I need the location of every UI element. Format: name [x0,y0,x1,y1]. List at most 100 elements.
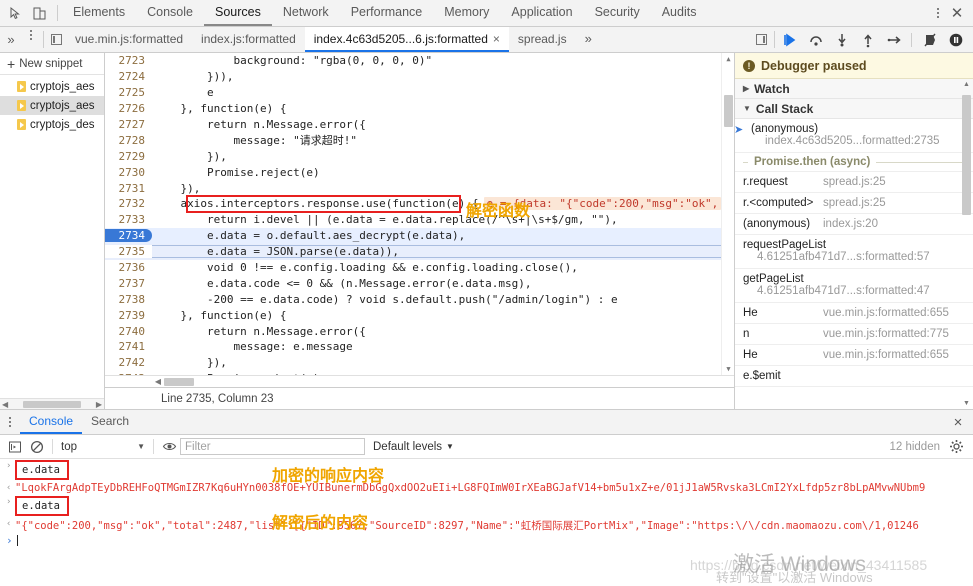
code-line[interactable]: 2742 }), [105,355,734,371]
device-toolbar-icon[interactable] [32,6,47,21]
line-number[interactable]: 2743 [105,372,152,375]
step-over-next-function-call-icon[interactable] [804,29,827,51]
scroll-left-icon[interactable]: ◀ [152,377,164,386]
gear-icon[interactable] [945,436,967,458]
line-number[interactable]: 2731 [105,181,152,195]
line-number[interactable]: 2730 [105,165,152,179]
scroll-up-icon[interactable]: ▲ [962,81,971,88]
step-icon[interactable] [882,29,905,51]
call-stack-frame[interactable]: getPageList 4.61251afb471d7...s:formatted… [735,269,973,303]
step-into-next-function-call-icon[interactable] [830,29,853,51]
call-stack-frame[interactable]: r.<computed> spread.js:25 [735,193,973,214]
inspect-cursor-icon[interactable] [8,6,23,21]
line-number[interactable]: 2725 [105,86,152,100]
code-line[interactable]: 2735 e.data = JSON.parse(e.data)), [105,243,734,260]
code-line[interactable]: 2733 return i.devel || (e.data = e.data.… [105,212,734,228]
call-stack-frame[interactable]: r.request spread.js:25 [735,172,973,193]
code-line[interactable]: 2739 }, function(e) { [105,307,734,323]
line-number[interactable]: 2723 [105,54,152,68]
tab-elements[interactable]: Elements [62,0,136,26]
code-line[interactable]: 2726 }, function(e) { [105,101,734,117]
code-line[interactable]: 2741 message: e.message [105,339,734,355]
line-number[interactable]: 2727 [105,118,152,131]
file-tabs-overflow[interactable]: » [576,27,601,52]
drawer-tab-search[interactable]: Search [82,410,138,434]
execution-context-select[interactable]: top ▼ [57,441,149,453]
tab-sources[interactable]: Sources [203,0,272,26]
call-stack-frame[interactable]: ➤ (anonymous) index.4c63d5205...formatted:… [735,119,973,153]
scrollbar-thumb[interactable] [164,377,194,386]
code-line[interactable]: 2736 void 0 !== e.config.loading && e.co… [105,260,734,276]
code-line[interactable]: 2731 }), [105,180,734,196]
editor-horizontal-scrollbar[interactable]: ◀ [105,375,734,387]
tab-network[interactable]: Network [272,0,340,26]
code-line[interactable]: 2737 e.data.code <= 0 && (n.Message.erro… [105,275,734,291]
scrollbar-thumb[interactable] [724,95,733,127]
scrollbar-thumb[interactable] [23,400,81,408]
code-editor[interactable]: 2723 background: "rgba(0, 0, 0, 0)" 2724 … [105,53,734,375]
scrollbar-thumb[interactable] [962,95,971,215]
close-tab-icon[interactable]: × [493,32,500,46]
call-stack-frame[interactable]: (anonymous) index.js:20 [735,214,973,235]
code-line[interactable]: 2738 -200 == e.data.code) ? void s.defau… [105,291,734,307]
close-drawer-icon[interactable]: × [949,413,967,431]
line-number[interactable]: 2726 [105,102,152,116]
call-stack-frame[interactable]: He vue.min.js:formatted:655 [735,303,973,324]
console-log-levels-select[interactable]: Default levels ▼ [365,441,462,453]
debugger-vertical-scrollbar[interactable]: ▲ ▼ [960,79,973,409]
code-line[interactable]: 2732 axios.interceptors.response.use(fun… [105,196,734,212]
call-stack-frame[interactable]: He vue.min.js:formatted:655 [735,345,973,366]
scroll-left-icon[interactable]: ◀ [2,400,8,409]
console-messages[interactable]: › e.data ‹ "LqokFArgAdpTEyDbREHFoQTMGmIZR7K… [0,459,973,579]
line-number[interactable]: 2735 [105,245,152,259]
line-number[interactable]: 2724 [105,70,152,84]
line-number[interactable]: 2733 [105,213,152,227]
call-stack-frame[interactable]: n vue.min.js:formatted:775 [735,324,973,345]
clear-console-icon[interactable] [26,436,48,458]
line-number[interactable]: 2734 [105,229,152,243]
tab-memory[interactable]: Memory [433,0,500,26]
snippet-item-cryptojs-des[interactable]: cryptojs_des [0,115,104,134]
scroll-right-icon[interactable]: ▶ [96,400,102,409]
new-snippet-button[interactable]: + New snippet [0,53,104,75]
code-line[interactable]: 2729 }), [105,148,734,164]
call-stack-frame[interactable]: requestPageList 4.61251afb471d7...s:forma… [735,235,973,269]
tab-performance[interactable]: Performance [340,0,434,26]
close-devtools-icon[interactable]: ✕ [948,4,966,22]
tab-console[interactable]: Console [136,0,204,26]
code-line[interactable]: 2743 Promise.reject(e) [105,371,734,375]
more-options-icon[interactable] [930,5,946,21]
navigator-horizontal-scrollbar[interactable]: ◀ ▶ [0,398,104,409]
show-navigator-chevron-icon[interactable]: » [0,27,22,52]
execution-context-icon[interactable] [4,436,26,458]
code-line[interactable]: 2724 })), [105,69,734,85]
code-line[interactable]: 2728 message: "请求超时!" [105,132,734,148]
scroll-down-icon[interactable]: ▼ [724,365,733,373]
line-number[interactable]: 2732 [105,197,152,211]
scroll-up-icon[interactable]: ▲ [724,55,733,63]
console-filter-input[interactable] [180,438,365,455]
code-line[interactable]: 2725 e [105,85,734,101]
line-number[interactable]: 2738 [105,292,152,306]
line-number[interactable]: 2737 [105,276,152,290]
collapse-left-panel-icon[interactable] [47,27,66,52]
live-expression-icon[interactable] [158,436,180,458]
code-line[interactable]: 2727 return n.Message.error({ [105,117,734,133]
pause-on-exceptions-icon[interactable] [944,29,967,51]
code-line[interactable]: 2730 Promise.reject(e) [105,164,734,180]
call-stack-frame[interactable]: e.$emit [735,366,973,387]
tab-security[interactable]: Security [584,0,651,26]
file-tab-vue-min-js[interactable]: vue.min.js:formatted [66,27,192,52]
code-line[interactable]: 2740 return n.Message.error({ [105,323,734,339]
sources-more-options-icon[interactable] [22,27,40,43]
file-tab-index-4c63d5205[interactable]: index.4c63d5205...6.js:formatted × [304,27,509,52]
line-number[interactable]: 2740 [105,324,152,338]
line-number[interactable]: 2729 [105,149,152,163]
line-number[interactable]: 2741 [105,340,152,354]
snippet-item-cryptojs-aes-2[interactable]: cryptojs_aes [0,96,104,115]
collapse-right-panel-icon[interactable] [752,27,771,52]
drawer-tab-console[interactable]: Console [20,410,83,434]
scroll-down-icon[interactable]: ▼ [962,400,971,407]
watch-section-header[interactable]: ▶ Watch [735,79,973,99]
file-tab-spread-js[interactable]: spread.js [509,27,576,52]
